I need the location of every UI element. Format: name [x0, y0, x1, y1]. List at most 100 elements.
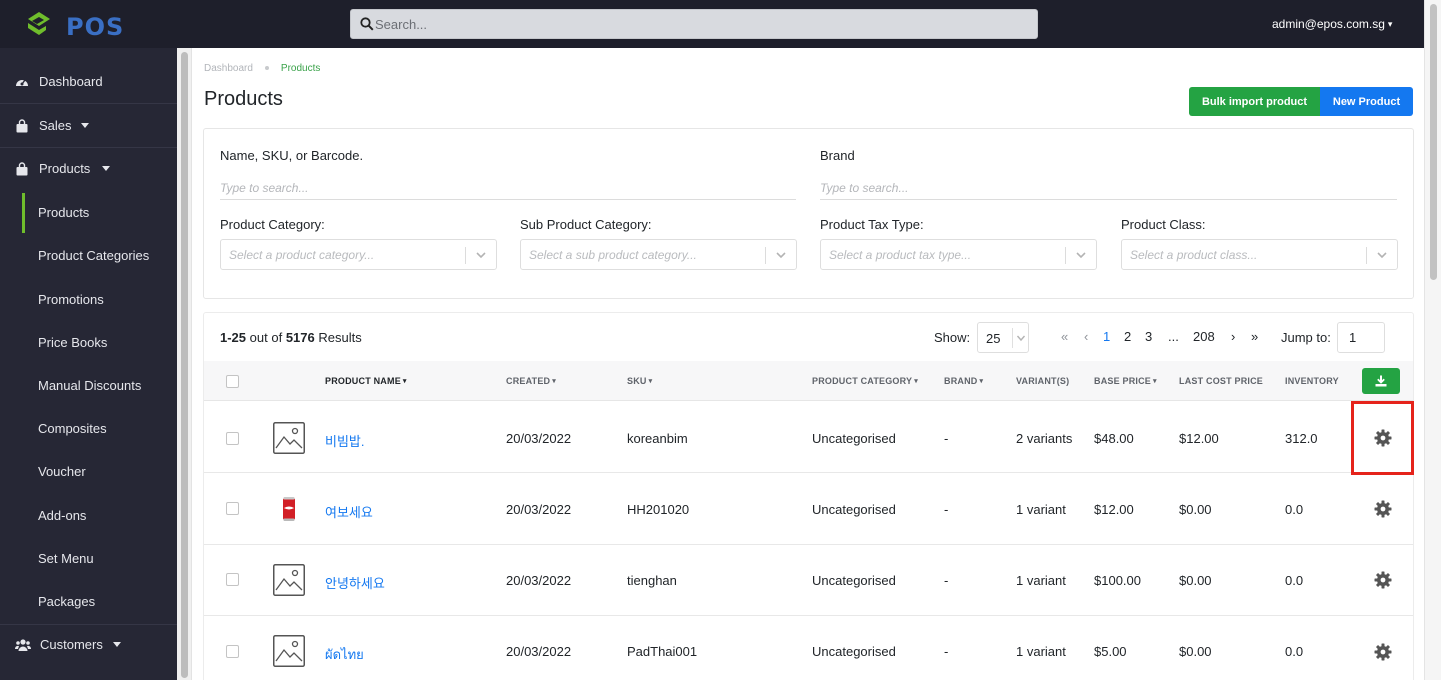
- product-name-link[interactable]: 안녕하세요: [325, 573, 385, 592]
- cell-variants: 1 variant: [1016, 573, 1066, 588]
- column-header-sku[interactable]: SKU ▾: [627, 376, 652, 386]
- sidebar-subitem-voucher[interactable]: Voucher: [0, 452, 177, 492]
- product-class-select[interactable]: Select a product class...: [1121, 239, 1398, 270]
- sidebar-subitem-packages[interactable]: Packages: [0, 582, 177, 622]
- cell-inventory: 0.0: [1285, 502, 1304, 517]
- pagination-page-3: 3: [1145, 329, 1153, 344]
- jump-to-label: Jump to:: [1281, 330, 1331, 345]
- column-header-brand[interactable]: BRAND ▾: [944, 376, 983, 386]
- sidebar-subitem-label: Voucher: [38, 464, 86, 479]
- global-search[interactable]: [350, 9, 1038, 39]
- cell-brand: -: [944, 431, 949, 446]
- select-placeholder: Select a product category...: [229, 248, 375, 262]
- sub-product-category-select[interactable]: Select a sub product category...: [520, 239, 797, 270]
- gear-icon[interactable]: [1374, 643, 1392, 661]
- cell-last-cost-price: $0.00: [1179, 573, 1212, 588]
- column-header-created[interactable]: CREATED ▾: [506, 376, 556, 386]
- sidebar-item-products[interactable]: Products: [0, 149, 177, 189]
- gear-icon[interactable]: [1374, 500, 1392, 518]
- sidebar-item-dashboard[interactable]: Dashboard: [0, 62, 177, 102]
- breadcrumb-separator: [264, 66, 269, 70]
- users-icon: [15, 639, 31, 651]
- sidebar-item-sales[interactable]: Sales: [0, 106, 177, 146]
- bulk-import-button[interactable]: Bulk import product: [1189, 87, 1320, 116]
- pagination-page-2[interactable]: 2: [1124, 329, 1131, 344]
- cell-variants: 1 variant: [1016, 644, 1066, 659]
- cell-category: Uncategorised: [812, 431, 896, 446]
- sidebar-item-customers[interactable]: Customers: [0, 625, 177, 665]
- cell-sku: koreanbim: [627, 431, 688, 446]
- sidebar-subitem-products[interactable]: Products: [0, 193, 177, 233]
- image-placeholder-icon: [273, 422, 305, 454]
- cell-sku: tienghan: [627, 573, 677, 588]
- name-sku-barcode-input[interactable]: [220, 176, 796, 200]
- pagination-prev[interactable]: ‹: [1084, 329, 1088, 344]
- epos-logo[interactable]: POS: [22, 9, 123, 41]
- column-header-label: SKU: [627, 376, 647, 386]
- breadcrumb-dashboard[interactable]: Dashboard: [204, 63, 253, 74]
- show-label: Show:: [934, 330, 971, 345]
- product-name-link[interactable]: 여보세요: [325, 502, 373, 521]
- brand-filter-label: Brand: [820, 148, 855, 163]
- sidebar-subitem-promotions[interactable]: Promotions: [0, 280, 177, 320]
- select-placeholder: Select a product tax type...: [829, 248, 972, 262]
- caret-down-icon: [113, 642, 121, 647]
- product-tax-type-select[interactable]: Select a product tax type...: [820, 239, 1097, 270]
- row-checkbox[interactable]: [226, 573, 239, 586]
- page-scrollbar-thumb[interactable]: [1430, 4, 1437, 280]
- product-name-link[interactable]: 비빔밥.: [325, 431, 365, 450]
- sidebar-subitem-price-books[interactable]: Price Books: [0, 323, 177, 363]
- select-separator: [1065, 247, 1066, 264]
- pagination-page-1[interactable]: 1: [1103, 329, 1110, 344]
- sidebar-subitem-set-menu[interactable]: Set Menu: [0, 539, 177, 579]
- shopping-bag-icon: [16, 119, 28, 133]
- select-all-checkbox[interactable]: [226, 375, 239, 388]
- sidebar-scrollbar-thumb[interactable]: [181, 52, 188, 678]
- jump-to-input[interactable]: [1337, 322, 1385, 353]
- column-header-last-cost-price: LAST COST PRICE: [1179, 376, 1264, 386]
- sidebar-subitem-add-ons[interactable]: Add-ons: [0, 496, 177, 536]
- search-input[interactable]: [375, 14, 1025, 34]
- page-scrollbar[interactable]: [1424, 0, 1441, 680]
- gear-icon[interactable]: [1374, 571, 1392, 589]
- sidebar-item-label: Dashboard: [39, 74, 103, 89]
- product-name-link[interactable]: ผัดไทย: [325, 644, 364, 665]
- product-category-select[interactable]: Select a product category...: [220, 239, 497, 270]
- pagination-next[interactable]: ›: [1231, 329, 1235, 344]
- select-placeholder: Select a sub product category...: [529, 248, 697, 262]
- sidebar-divider: [0, 147, 177, 148]
- brand-input[interactable]: [820, 176, 1397, 200]
- filter-panel: [203, 128, 1414, 299]
- sidebar-subitem-manual-discounts[interactable]: Manual Discounts: [0, 366, 177, 406]
- row-checkbox[interactable]: [226, 645, 239, 658]
- row-checkbox[interactable]: [226, 432, 239, 445]
- export-download-button[interactable]: [1362, 368, 1400, 394]
- sidebar-subitem-composites[interactable]: Composites: [0, 409, 177, 449]
- pagination-last-page[interactable]: 208: [1193, 329, 1215, 344]
- chevron-down-icon: [1016, 335, 1026, 342]
- sidebar-item-label: Sales: [39, 118, 72, 133]
- highlight-box: [1351, 401, 1414, 475]
- sidebar-subitem-product-categories[interactable]: Product Categories: [0, 236, 177, 276]
- column-header-product-name[interactable]: PRODUCT NAME ▾: [325, 376, 407, 386]
- page-size-select[interactable]: 25: [977, 322, 1029, 353]
- top-navbar: POS admin@epos.com.sg▾: [0, 0, 1424, 48]
- pagination-first[interactable]: «: [1061, 329, 1068, 344]
- column-header-product-category[interactable]: PRODUCT CATEGORY ▾: [812, 376, 918, 386]
- cell-last-cost-price: $0.00: [1179, 502, 1212, 517]
- soda-can-image: [283, 497, 295, 521]
- new-product-button[interactable]: New Product: [1320, 87, 1413, 116]
- column-header-base-price[interactable]: BASE PRICE ▾: [1094, 376, 1157, 386]
- sort-caret-icon: ▾: [1153, 378, 1157, 385]
- sidebar-scrollbar[interactable]: [177, 48, 192, 680]
- sidebar-subitem-label: Products: [38, 205, 90, 220]
- column-header-variants: VARIANT(S): [1016, 376, 1070, 386]
- user-menu[interactable]: admin@epos.com.sg ▾: [1272, 17, 1392, 31]
- row-checkbox[interactable]: [226, 502, 239, 515]
- column-header-label: PRODUCT CATEGORY: [812, 376, 913, 386]
- column-header-label: CREATED: [506, 376, 551, 386]
- table-row: [204, 545, 1413, 616]
- sidebar-subitem-label: Packages: [38, 594, 96, 609]
- pagination-last[interactable]: »: [1251, 329, 1258, 344]
- chevron-down-icon: [776, 252, 786, 259]
